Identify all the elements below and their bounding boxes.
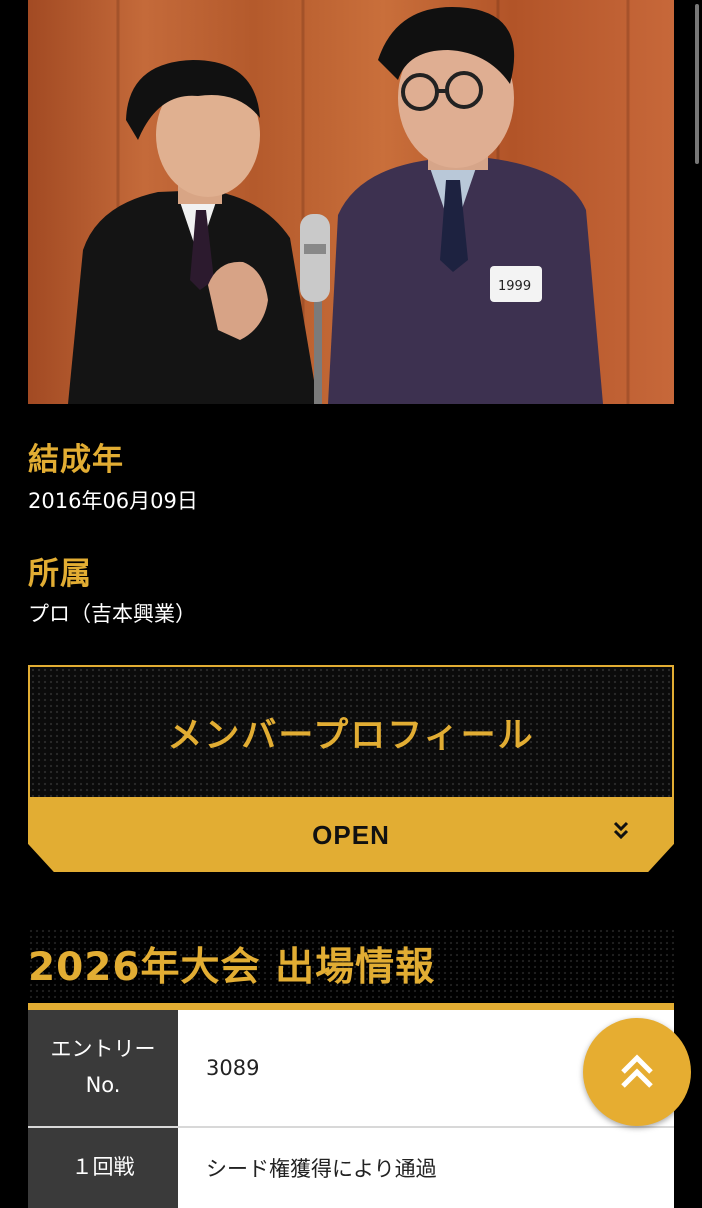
member-profile-accordion: メンバープロフィール OPEN [28, 665, 674, 872]
entry-number-key: エントリーNo. [28, 1010, 178, 1126]
heading-divider [28, 1003, 674, 1010]
back-to-top-button[interactable] [583, 1018, 691, 1126]
round-one-value: シード権獲得により通過 [178, 1128, 674, 1208]
formation-year-value: 2016年06月09日 [28, 489, 198, 513]
round-one-key: １回戦 [28, 1128, 178, 1208]
double-chevron-up-icon [621, 1054, 653, 1088]
affiliation-value: プロ（吉本興業） [28, 602, 196, 626]
entry-info-table: エントリーNo. 3089 １回戦 シード権獲得により通過 [28, 1010, 674, 1208]
member-profile-header: メンバープロフィール [28, 665, 674, 799]
member-profile-title: メンバープロフィール [167, 715, 535, 756]
affiliation-label: 所属 [28, 556, 92, 592]
double-chevron-down-icon [613, 821, 629, 840]
formation-year-label: 結成年 [28, 442, 124, 478]
name-tag: 1999 [498, 279, 531, 294]
entry-info-heading: 2026年大会 出場情報 [28, 945, 436, 990]
table-row: エントリーNo. 3089 [28, 1010, 674, 1126]
duo-photo: 1999 [28, 0, 674, 404]
scrollbar[interactable] [695, 4, 699, 164]
open-label: OPEN [312, 819, 390, 850]
table-row: １回戦 シード権獲得により通過 [28, 1126, 674, 1208]
open-button[interactable]: OPEN [28, 798, 674, 872]
